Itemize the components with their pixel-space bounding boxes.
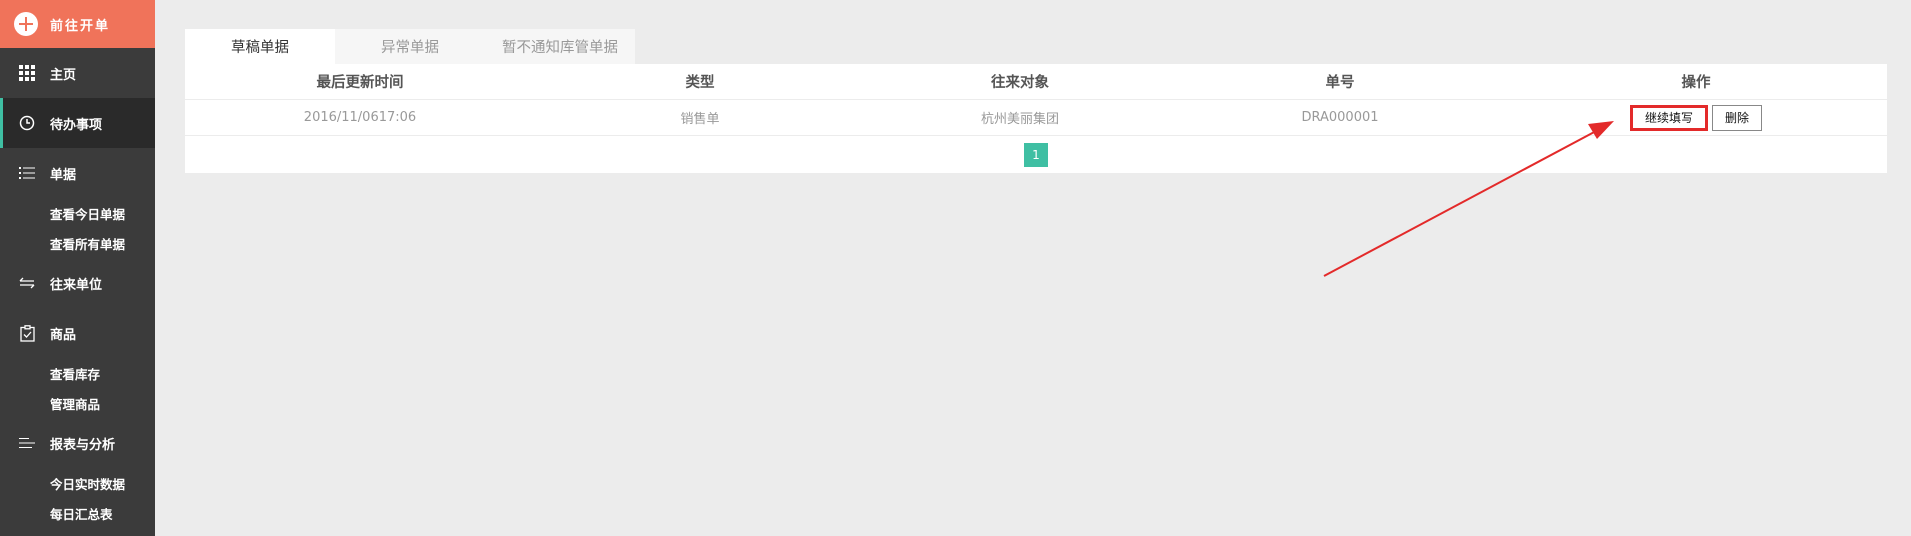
sidebar-item-label: 往来单位 bbox=[50, 277, 103, 293]
list-icon bbox=[18, 164, 36, 182]
column-header-type: 类型 bbox=[685, 75, 715, 91]
column-header-counterparty: 往来对象 bbox=[991, 75, 1049, 91]
sidebar-item-inventory[interactable]: 查看库存 bbox=[0, 358, 155, 388]
sidebar-item-label: 主页 bbox=[50, 67, 77, 83]
sidebar-item-products[interactable]: 商品 bbox=[0, 308, 155, 358]
sidebar-item-manage-products[interactable]: 管理商品 bbox=[0, 388, 155, 418]
sidebar-item-label: 今日实时数据 bbox=[50, 476, 126, 492]
sidebar-item-label: 报表与分析 bbox=[50, 437, 116, 453]
pagination: 1 bbox=[185, 136, 1887, 173]
column-header-number: 单号 bbox=[1325, 75, 1355, 91]
tab-exceptions[interactable]: 异常单据 bbox=[335, 29, 485, 64]
sidebar-item-label: 单据 bbox=[50, 167, 77, 183]
sidebar-item-realtime-data[interactable]: 今日实时数据 bbox=[0, 468, 155, 498]
sidebar-item-daily-summary[interactable]: 每日汇总表 bbox=[0, 498, 155, 528]
sidebar-item-label: 管理商品 bbox=[50, 396, 101, 412]
document-tabs: 草稿单据 异常单据 暂不通知库管单据 bbox=[185, 29, 635, 64]
exchange-icon bbox=[18, 274, 36, 292]
cell-type: 销售单 bbox=[680, 112, 720, 127]
column-header-updated: 最后更新时间 bbox=[316, 75, 404, 91]
tab-drafts[interactable]: 草稿单据 bbox=[185, 29, 335, 64]
sidebar-item-label: 查看所有单据 bbox=[50, 236, 126, 252]
sidebar-item-label: 查看今日单据 bbox=[50, 206, 126, 222]
sidebar-item-todo[interactable]: 待办事项 bbox=[0, 98, 155, 148]
align-left-icon bbox=[18, 434, 36, 452]
cell-number: DRA000001 bbox=[1301, 110, 1379, 125]
continue-editing-button[interactable]: 继续填写 bbox=[1629, 104, 1708, 131]
cell-actions: 继续填写 删除 bbox=[1505, 100, 1887, 135]
sidebar-item-reports[interactable]: 报表与分析 bbox=[0, 418, 155, 468]
sidebar-item-today-documents[interactable]: 查看今日单据 bbox=[0, 198, 155, 228]
tab-no-notify[interactable]: 暂不通知库管单据 bbox=[485, 29, 635, 64]
plus-icon bbox=[14, 12, 38, 36]
clipboard-check-icon bbox=[18, 324, 36, 342]
sidebar-item-home[interactable]: 主页 bbox=[0, 48, 155, 98]
new-order-button[interactable]: 前往开单 bbox=[0, 0, 155, 48]
clock-icon bbox=[18, 114, 36, 132]
sidebar-item-label: 查看库存 bbox=[50, 366, 101, 382]
column-header-actions: 操作 bbox=[1681, 75, 1711, 91]
sidebar-item-label: 待办事项 bbox=[50, 117, 103, 133]
table-header: 最后更新时间 类型 往来对象 单号 操作 bbox=[185, 64, 1887, 100]
page-number-current[interactable]: 1 bbox=[1024, 142, 1048, 167]
sidebar-item-all-documents[interactable]: 查看所有单据 bbox=[0, 228, 155, 258]
sidebar-item-label: 商品 bbox=[50, 327, 77, 343]
sidebar-item-documents[interactable]: 单据 bbox=[0, 148, 155, 198]
documents-table: 最后更新时间 类型 往来对象 单号 操作 2016/11/0617:06 销售单… bbox=[185, 64, 1887, 173]
new-order-label: 前往开单 bbox=[50, 18, 111, 34]
grid-icon bbox=[18, 64, 36, 82]
delete-button[interactable]: 删除 bbox=[1712, 104, 1763, 131]
sidebar: 前往开单 主页 待办事项 单据 查看今日单据 查看所有单据 往来单位 商品 查看… bbox=[0, 0, 155, 536]
cell-counterparty: 杭州美丽集团 bbox=[980, 112, 1059, 127]
sidebar-item-partners[interactable]: 往来单位 bbox=[0, 258, 155, 308]
cell-updated: 2016/11/0617:06 bbox=[303, 110, 417, 125]
sidebar-item-label: 每日汇总表 bbox=[50, 506, 113, 522]
table-row: 2016/11/0617:06 销售单 杭州美丽集团 DRA000001 继续填… bbox=[185, 100, 1887, 136]
